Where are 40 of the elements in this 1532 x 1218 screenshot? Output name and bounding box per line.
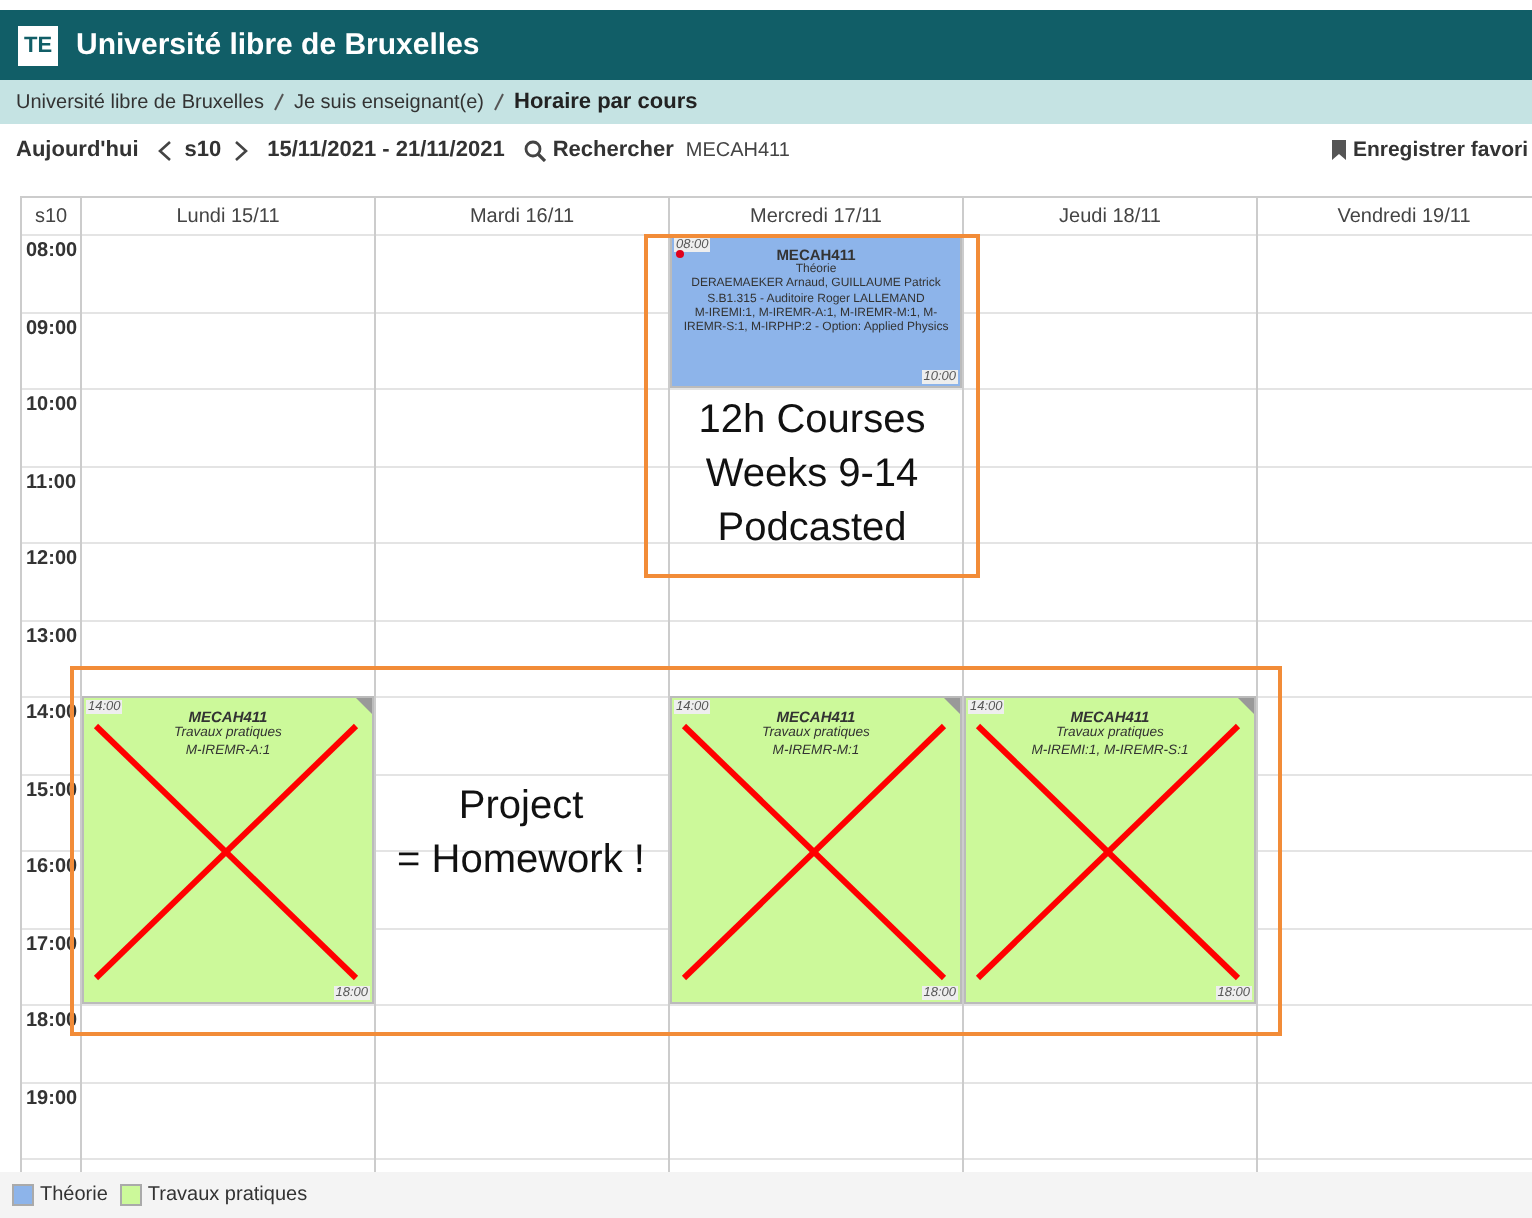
annotation-text: = Homework ! [395,836,647,886]
today-button[interactable]: Aujourd'hui [16,138,139,162]
site-title: Université libre de Bruxelles [76,28,480,62]
day-header: Lundi 15/11 [80,198,374,234]
search-button[interactable]: Rechercher [524,138,674,162]
corner-triangle-icon [1238,698,1254,714]
day-header: Mercredi 17/11 [668,198,962,234]
chevron-right-icon[interactable] [233,139,248,161]
day-header: Jeudi 18/11 [962,198,1256,234]
day-header: Mardi 16/11 [374,198,668,234]
hour-label: 12:00 [26,548,78,570]
chevron-left-icon[interactable] [158,139,173,161]
legend-label: Théorie [40,1184,108,1206]
hour-label: 13:00 [26,625,78,647]
annotation-text: 12h Courses [696,396,928,446]
date-range: 15/11/2021 - 21/11/2021 [267,138,505,162]
legend-label: Travaux pratiques [147,1184,308,1206]
hour-label: 11:00 [26,471,77,493]
week-header: s10 [20,198,80,234]
hour-label: 19:00 [26,1087,78,1109]
day-header: Vendredi 19/11 [1256,198,1532,234]
annotation-text: Weeks 9-14 [703,450,921,500]
breadcrumb-current: Horaire par cours [514,90,698,114]
hour-label: 08:00 [26,240,78,262]
bookmark-icon [1332,140,1347,160]
search-value: MECAH411 [685,139,790,161]
save-favorite-button[interactable]: Enregistrer favori [1332,138,1528,162]
separator-icon [273,92,284,112]
breadcrumb-link[interactable]: Université libre de Bruxelles [16,91,264,113]
corner-triangle-icon [944,698,960,714]
hour-label: 09:00 [26,317,78,339]
breadcrumb-link[interactable]: Je suis enseignant(e) [293,91,485,113]
search-icon [524,139,547,161]
week-label: s10 [184,138,222,162]
annotation-text: Podcasted [715,504,909,554]
logo[interactable]: TE [18,25,58,65]
separator-icon [494,92,505,112]
corner-triangle-icon [356,698,372,714]
annotation-text: Project [456,782,586,832]
hour-label: 10:00 [26,394,78,416]
